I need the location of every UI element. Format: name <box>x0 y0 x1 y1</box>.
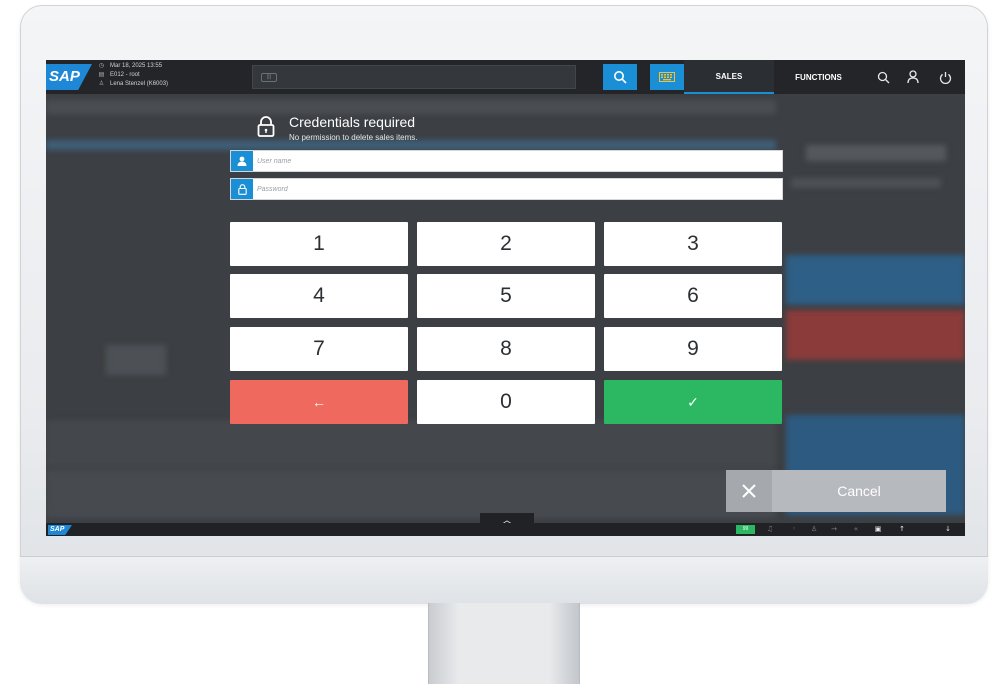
background-text-block <box>791 178 941 188</box>
key-1[interactable]: 1 <box>230 222 408 266</box>
dialog-title: Credentials required <box>289 114 416 130</box>
cancel-button[interactable]: Cancel <box>772 470 946 512</box>
background-text-block <box>106 345 166 375</box>
background-text-block <box>806 145 946 161</box>
user-icon <box>907 70 919 84</box>
dialog-subtitle: No permission to delete sales items. <box>289 133 418 142</box>
search-button[interactable] <box>603 64 637 90</box>
terminal-label: E012 - root <box>110 72 140 78</box>
password-field[interactable] <box>230 178 783 200</box>
barcode-icon: ||| <box>261 73 277 82</box>
background-panel-red <box>786 310 965 360</box>
key-6[interactable]: 6 <box>604 274 782 318</box>
background-row <box>46 100 776 114</box>
confirm-button[interactable]: ✓ <box>604 380 782 424</box>
session-info: ◷ Mar 18, 2025 13:55 ▤ E012 - root ♙ Lena S… <box>98 62 168 89</box>
password-input[interactable] <box>257 179 777 199</box>
username-input[interactable] <box>257 151 777 171</box>
user-label: Lena Stenzel (K6003) <box>110 81 169 87</box>
bell-icon[interactable]: ♫ <box>764 524 776 534</box>
search-icon <box>877 71 889 83</box>
key-4[interactable]: 4 <box>230 274 408 318</box>
sap-logo-small: SAP <box>48 525 72 535</box>
pos-screen: SAP ◷ Mar 18, 2025 13:55 ▤ E012 - root ♙ Le… <box>46 60 965 536</box>
key-5[interactable]: 5 <box>417 274 595 318</box>
close-icon <box>742 484 756 498</box>
key-0[interactable]: 0 <box>417 380 595 424</box>
username-field[interactable] <box>230 150 783 172</box>
background-row <box>46 420 776 468</box>
key-8[interactable]: 8 <box>417 327 595 371</box>
sap-logo: SAP <box>46 64 92 90</box>
backspace-button[interactable]: ← <box>230 380 408 424</box>
arrow-up-icon[interactable]: ↑ <box>896 524 908 534</box>
background-panel-blue <box>786 255 965 305</box>
user-icon: ♙ <box>810 525 818 533</box>
user-icon: ♙ <box>98 81 105 87</box>
stage: SAP ◷ Mar 18, 2025 13:55 ▤ E012 - root ♙ Le… <box>0 0 992 684</box>
scan-input[interactable]: ||| <box>252 65 576 89</box>
status-icon: ◦ <box>791 525 797 533</box>
date-time: Mar 18, 2025 13:55 <box>110 63 163 69</box>
clock-icon: ◷ <box>98 63 105 69</box>
lock-icon <box>256 116 276 138</box>
double-arrow-icon: « <box>853 525 859 533</box>
monitor-chin <box>20 556 988 604</box>
user-button[interactable] <box>904 68 922 86</box>
key-2[interactable]: 2 <box>417 222 595 266</box>
monitor-stand <box>428 603 580 684</box>
keyboard-icon <box>659 72 675 82</box>
lock-icon <box>231 179 253 199</box>
key-3[interactable]: 3 <box>604 222 782 266</box>
arrow-right-icon: → <box>831 525 837 533</box>
power-icon <box>939 71 951 84</box>
user-icon <box>231 151 253 171</box>
arrow-down-icon[interactable]: ↓ <box>942 524 954 534</box>
cancel-close-button[interactable] <box>726 470 772 512</box>
key-9[interactable]: 9 <box>604 327 782 371</box>
key-7[interactable]: 7 <box>230 327 408 371</box>
background-row <box>46 470 776 518</box>
terminal-icon: ▤ <box>98 72 105 78</box>
search-icon <box>614 71 627 84</box>
printer-icon[interactable]: ▣ <box>872 524 884 534</box>
top-bar: SAP ◷ Mar 18, 2025 13:55 ▤ E012 - root ♙ Le… <box>46 60 965 94</box>
power-button[interactable] <box>936 68 954 86</box>
keyboard-button[interactable] <box>650 64 684 90</box>
tab-functions[interactable]: FUNCTIONS <box>781 60 856 94</box>
tab-sales[interactable]: SALES <box>684 60 774 94</box>
status-badge: 99 <box>736 525 755 534</box>
global-search-button[interactable] <box>874 68 892 86</box>
